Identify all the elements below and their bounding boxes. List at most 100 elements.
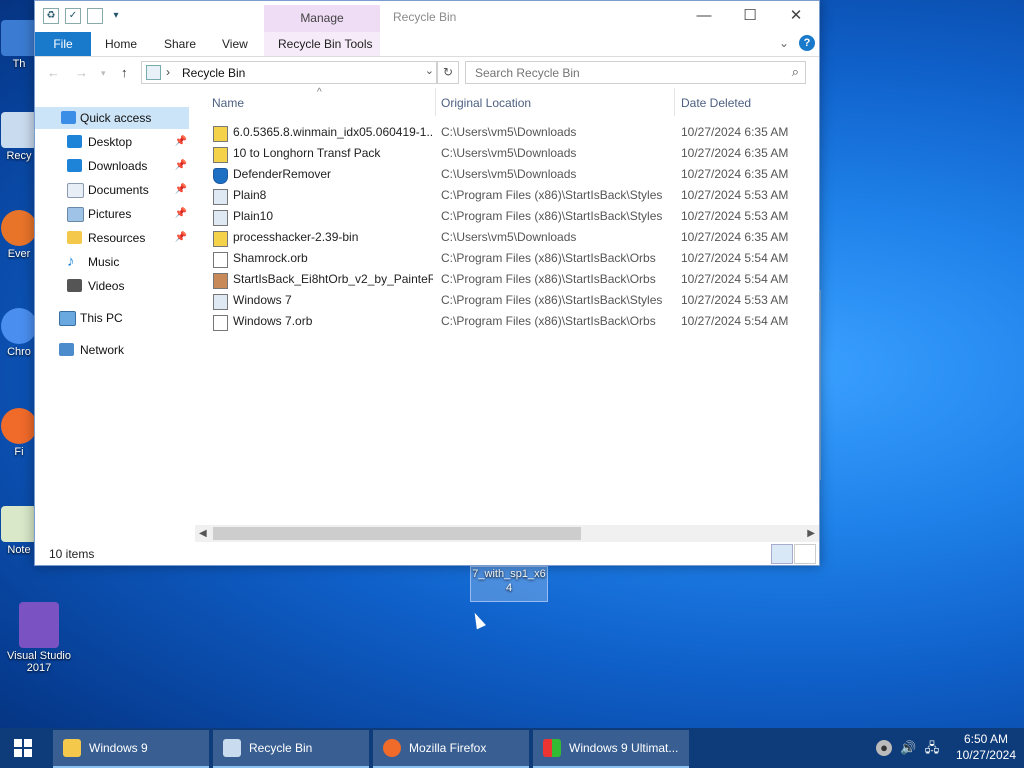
desktop-icon-label: Th [12,58,26,70]
file-name: Plain8 [233,188,267,202]
sidebar-item-pictures[interactable]: Pictures 📌 [35,203,189,225]
large-icons-view-icon[interactable] [794,544,816,564]
sidebar-item-music[interactable]: ♪ Music [35,251,189,273]
clock-date: 10/27/2024 [955,748,1016,762]
sidebar-item-label: Downloads [88,159,148,173]
scroll-right-icon[interactable]: ▶ [807,525,815,542]
tab-file[interactable]: File [35,32,91,56]
sidebar-item-resources[interactable]: Resources 📌 [35,227,189,249]
taskbar-button-recycle-bin[interactable]: Recycle Bin [213,730,369,768]
tab-manage[interactable]: Manage [264,5,380,32]
minimize-button[interactable]: — [681,1,727,31]
tab-recycle-bin-tools[interactable]: Recycle Bin Tools [278,32,373,56]
pin-icon[interactable]: 📌 [175,227,187,249]
quick-access-toolbar: ♻ ✓ ▾ [43,8,123,24]
pin-icon[interactable]: 📌 [175,155,187,177]
column-divider[interactable] [435,88,436,116]
network-globe-icon[interactable]: ● [876,740,892,756]
table-row[interactable]: Windows 7 C:\Program Files (x86)\StartIs… [211,290,811,311]
sidebar-item-desktop[interactable]: Desktop 📌 [35,131,189,153]
sidebar-item-videos[interactable]: Videos [35,275,189,297]
sidebar-item-downloads[interactable]: Downloads 📌 [35,155,189,177]
download-icon [67,159,82,172]
pin-icon[interactable]: 📌 [175,203,187,225]
expand-ribbon-icon[interactable]: ⌄ [779,36,789,50]
tab-view[interactable]: View [222,32,248,56]
new-folder-icon[interactable] [87,8,103,24]
help-icon[interactable]: ? [799,35,815,51]
taskbar-button-firefox[interactable]: Mozilla Firefox [373,730,529,768]
table-row[interactable]: Plain10 C:\Program Files (x86)\StartIsBa… [211,206,811,227]
maximize-button[interactable]: ☐ [727,1,773,31]
desktop-icon-label: Note [7,544,31,556]
horizontal-scrollbar[interactable]: ◀ ▶ [195,525,819,542]
breadcrumb[interactable]: Recycle Bin [182,66,245,80]
sidebar-item-label: Desktop [88,135,133,149]
address-dropdown-icon[interactable]: ⌄ [425,64,434,77]
search-icon[interactable]: ⌕ [792,64,799,80]
customize-toolbar-icon[interactable]: ▾ [109,9,123,23]
breadcrumb-chevron-icon[interactable]: › [166,65,170,79]
column-header-original-location[interactable]: Original Location [441,96,531,110]
video-icon [67,279,82,292]
scrollbar-thumb[interactable] [213,527,581,540]
sidebar-item-label: This PC [80,311,123,325]
search-input[interactable] [473,65,777,81]
star-icon [61,111,76,124]
pin-icon[interactable]: 📌 [175,179,187,201]
recycle-bin-small-icon[interactable]: ♻ [43,8,59,24]
close-button[interactable]: ✕ [773,1,819,31]
sidebar-item-label: Music [88,255,120,269]
column-header-date-deleted[interactable]: Date Deleted [681,96,751,110]
desktop-selected-item[interactable]: 7_with_sp1_x6 4 [470,566,548,602]
scroll-left-icon[interactable]: ◀ [199,525,207,542]
clock[interactable]: 6:50 AM 10/27/2024 [956,731,1016,763]
sidebar-item-documents[interactable]: Documents 📌 [35,179,189,201]
file-list: ^ Name Original Location Date Deleted 6.… [195,87,819,528]
table-row[interactable]: DefenderRemover C:\Users\vm5\Downloads 1… [211,164,811,185]
item-count: 10 items [49,547,95,561]
title-bar[interactable]: ♻ ✓ ▾ Manage Recycle Bin — ☐ ✕ [35,1,819,32]
tab-share[interactable]: Share [164,32,196,56]
taskbar-button-windows-9[interactable]: Windows 9 [53,730,209,768]
start-button[interactable] [0,728,48,768]
volume-icon[interactable]: 🔊 [900,740,916,756]
date-deleted: 10/27/2024 6:35 AM [681,125,789,139]
sidebar-item-label: Documents [88,183,149,197]
table-row[interactable]: 10 to Longhorn Transf Pack C:\Users\vm5\… [211,143,811,164]
sidebar-item-network[interactable]: Network [35,339,189,361]
network-status-icon[interactable]: 🖧 [924,740,940,756]
table-row[interactable]: StartIsBack_Ei8htOrb_v2_by_PainteR C:\Pr… [211,269,811,290]
table-row[interactable]: Shamrock.orb C:\Program Files (x86)\Star… [211,248,811,269]
recent-locations-icon[interactable]: ▾ [101,68,106,79]
sidebar-item-label: Videos [88,279,125,293]
address-bar[interactable]: › Recycle Bin ⌄ [141,61,437,84]
table-row[interactable]: processhacker-2.39-bin C:\Users\vm5\Down… [211,227,811,248]
table-row[interactable]: Windows 7.orb C:\Program Files (x86)\Sta… [211,311,811,332]
back-arrow-icon[interactable]: ← [47,65,60,80]
forward-arrow-icon[interactable]: → [75,65,88,80]
column-divider[interactable] [674,88,675,116]
pin-icon[interactable]: 📌 [175,131,187,153]
details-view-icon[interactable] [771,544,793,564]
refresh-icon[interactable]: ↻ [437,61,459,84]
tab-home[interactable]: Home [105,32,137,56]
file-name: Shamrock.orb [233,251,308,265]
search-box[interactable]: ⌕ [465,61,806,84]
taskbar-button-windows-9-ultimate[interactable]: Windows 9 Ultimat... [533,730,689,768]
table-row[interactable]: Plain8 C:\Program Files (x86)\StartIsBac… [211,185,811,206]
table-row[interactable]: 6.0.5365.8.winmain_idx05.060419-1... C:\… [211,122,811,143]
sidebar-item-this-pc[interactable]: This PC [35,307,189,329]
properties-icon[interactable]: ✓ [65,8,81,24]
up-arrow-icon[interactable]: ↑ [121,65,128,80]
file-name: 6.0.5365.8.winmain_idx05.060419-1... [233,125,433,139]
window-title: Recycle Bin [393,10,457,24]
desktop-icon-visual-studio[interactable]: Visual Studio 2017 [2,602,76,674]
explorer-window[interactable]: ♻ ✓ ▾ Manage Recycle Bin — ☐ ✕ File Home… [34,0,820,566]
column-header-name[interactable]: Name [212,96,244,110]
zip-icon [213,126,228,142]
sidebar-item-quick-access[interactable]: Quick access [35,107,189,129]
visual-studio-icon [19,602,59,648]
windows-flag-icon [543,739,561,757]
date-deleted: 10/27/2024 5:54 AM [681,251,789,265]
